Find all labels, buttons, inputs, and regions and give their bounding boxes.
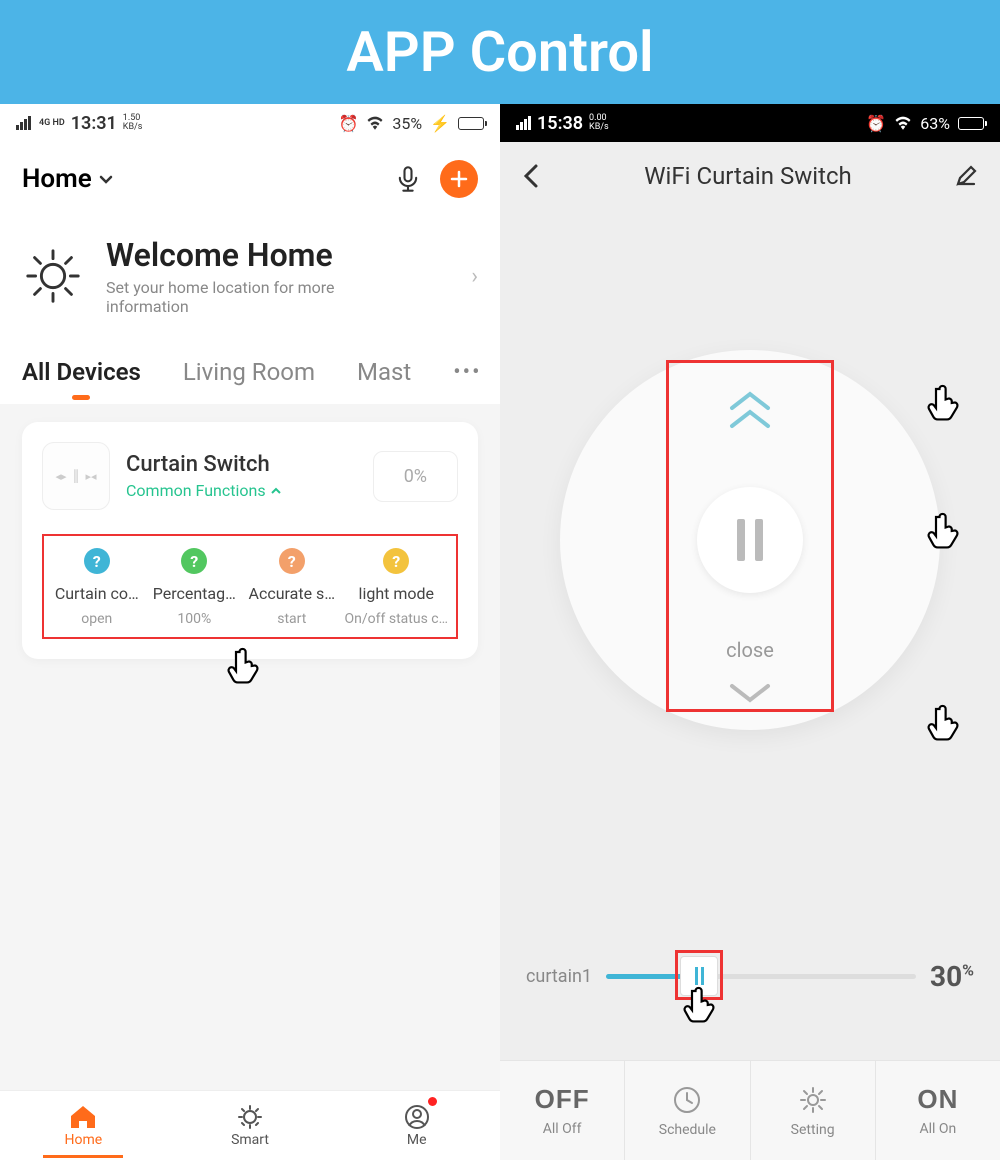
- battery-icon: [958, 117, 984, 130]
- function-light-mode[interactable]: ? light mode On/off status c…: [341, 548, 452, 627]
- function-curtain-control[interactable]: ? Curtain co… open: [48, 548, 146, 627]
- status-kb: 1.50KB/s: [123, 114, 143, 132]
- function-percentage[interactable]: ? Percentag… 100%: [146, 548, 244, 627]
- bottom-nav: Home Smart Me: [0, 1090, 500, 1160]
- network-label: 4G HD: [39, 118, 65, 128]
- help-icon: ?: [181, 548, 207, 574]
- home-selector[interactable]: Home: [22, 164, 114, 194]
- function-accurate[interactable]: ? Accurate s… start: [243, 548, 341, 627]
- status-time: 15:38: [537, 113, 583, 134]
- mic-button[interactable]: [394, 165, 422, 193]
- battery-pct: 35%: [392, 114, 422, 133]
- help-icon: ?: [383, 548, 409, 574]
- close-label: close: [726, 638, 774, 662]
- smart-icon: [236, 1104, 264, 1130]
- help-icon: ?: [279, 548, 305, 574]
- tab-master[interactable]: Mast: [357, 358, 411, 386]
- sun-icon: [22, 245, 84, 307]
- device-name: Curtain Switch: [126, 452, 282, 477]
- schedule-button[interactable]: Schedule: [625, 1061, 750, 1160]
- alarm-icon: ⏰: [866, 114, 886, 133]
- edit-button[interactable]: [954, 164, 978, 188]
- hand-cursor-icon: [922, 702, 964, 744]
- home-icon: [69, 1104, 97, 1130]
- all-on-button[interactable]: ON All On: [876, 1061, 1000, 1160]
- chevron-down-icon: [98, 171, 114, 187]
- tab-living-room[interactable]: Living Room: [183, 358, 315, 386]
- device-thumbnail: ◂▸∥▸◂: [42, 442, 110, 510]
- plus-icon: [448, 168, 470, 190]
- tabs-more[interactable]: •••: [453, 360, 481, 385]
- help-icon: ?: [84, 548, 110, 574]
- status-bar: 15:38 0.00KB/s ⏰ 63%: [500, 104, 1000, 142]
- control-bottom-bar: OFF All Off Schedule Setting ON All On: [500, 1060, 1000, 1160]
- app-header: Home: [0, 142, 500, 216]
- slider-percent: 30%: [930, 960, 974, 993]
- position-slider[interactable]: [606, 974, 916, 979]
- room-tabs: All Devices Living Room Mast •••: [0, 346, 500, 404]
- setting-button[interactable]: Setting: [751, 1061, 876, 1160]
- functions-row: ? Curtain co… open ? Percentag… 100% ? A…: [42, 534, 458, 639]
- hand-cursor-icon: [922, 382, 964, 424]
- clock-icon: [671, 1084, 703, 1116]
- charge-icon: ⚡: [430, 114, 450, 133]
- banner-title: APP Control: [346, 19, 653, 85]
- all-off-button[interactable]: OFF All Off: [500, 1061, 625, 1160]
- status-time: 13:31: [71, 113, 117, 134]
- gear-icon: [797, 1084, 829, 1116]
- battery-icon: [458, 117, 484, 130]
- wifi-icon: [894, 116, 912, 130]
- screen-device-control: 15:38 0.00KB/s ⏰ 63% WiFi Curtain Switch: [500, 104, 1000, 1160]
- tab-all-devices[interactable]: All Devices: [22, 358, 141, 386]
- back-button[interactable]: [522, 162, 542, 190]
- signal-icon: [516, 116, 531, 130]
- notification-dot: [428, 1097, 437, 1106]
- open-button[interactable]: [722, 388, 778, 432]
- banner: APP Control: [0, 0, 1000, 104]
- control-dial: close: [560, 350, 940, 730]
- welcome-title: Welcome Home: [106, 236, 366, 274]
- slider-handle[interactable]: [680, 956, 718, 996]
- alarm-icon: ⏰: [338, 114, 358, 133]
- chevron-up-icon: [270, 485, 282, 497]
- device-card[interactable]: ◂▸∥▸◂ Curtain Switch Common Functions 0%…: [22, 422, 478, 659]
- welcome-subtitle: Set your home location for more informat…: [106, 278, 366, 316]
- device-title: WiFi Curtain Switch: [542, 162, 954, 190]
- nav-home[interactable]: Home: [0, 1091, 167, 1160]
- user-icon: [403, 1104, 431, 1130]
- slider-area: curtain1 30%: [500, 960, 1000, 1050]
- nav-smart[interactable]: Smart: [167, 1091, 334, 1160]
- close-button[interactable]: [722, 678, 778, 706]
- signal-icon: [16, 116, 31, 130]
- chevron-right-icon: ›: [471, 264, 478, 289]
- status-kb: 0.00KB/s: [589, 114, 609, 132]
- device-percent[interactable]: 0%: [373, 451, 458, 502]
- slider-label: curtain1: [526, 966, 592, 987]
- welcome-card[interactable]: Welcome Home Set your home location for …: [0, 216, 500, 346]
- add-button[interactable]: [440, 160, 478, 198]
- nav-me[interactable]: Me: [333, 1091, 500, 1160]
- status-bar: 4G HD 13:31 1.50KB/s ⏰ 35% ⚡: [0, 104, 500, 142]
- screen-home: 4G HD 13:31 1.50KB/s ⏰ 35% ⚡ Home: [0, 104, 500, 1160]
- hand-cursor-icon: [922, 510, 964, 552]
- device-header: WiFi Curtain Switch: [500, 142, 1000, 210]
- hand-cursor-icon: [222, 645, 264, 687]
- battery-pct: 63%: [920, 114, 950, 133]
- common-functions-toggle[interactable]: Common Functions: [126, 481, 282, 500]
- wifi-icon: [366, 116, 384, 130]
